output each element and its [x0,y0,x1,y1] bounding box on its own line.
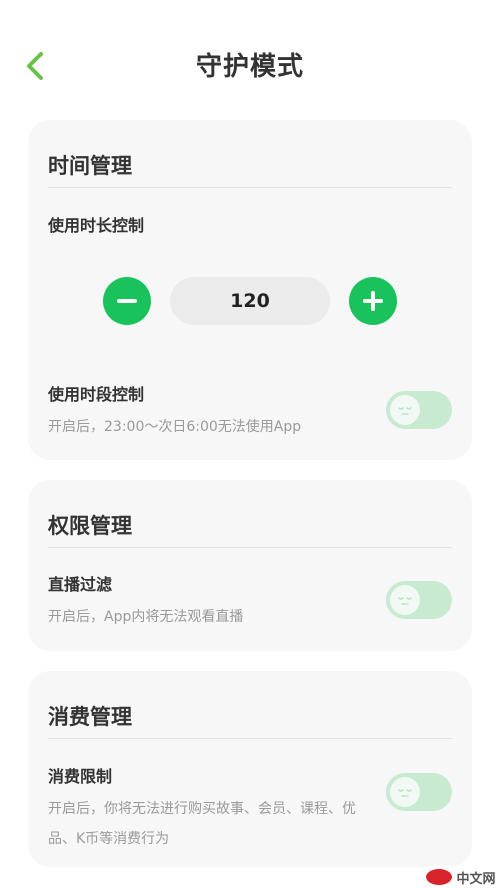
time-management-card: 时间管理 使用时长控制 120 使用时段控制 开启后，23:00～次日6:00无… [28,120,472,460]
spending-limit-toggle[interactable] [386,773,452,811]
live-filter-desc: 开启后，App内将无法观看直播 [48,609,244,625]
plus-icon [363,291,383,311]
sleep-face-icon [390,395,420,425]
watermark-text: 中文网 [456,871,496,887]
watermark: 中文网 [422,866,500,888]
minus-icon [117,299,137,303]
sleep-face-icon [390,585,420,615]
page-title: 守护模式 [195,52,304,82]
increase-button[interactable] [349,277,397,325]
live-filter-toggle[interactable] [386,581,452,619]
spending-management-title: 消费管理 [48,705,132,729]
time-management-title: 时间管理 [48,154,132,178]
live-filter-label: 直播过滤 [48,575,113,594]
divider [48,187,452,188]
permission-management-title: 权限管理 [48,514,132,538]
duration-value[interactable]: 120 [170,277,330,325]
spending-management-card: 消费管理 消费限制 开启后，你将无法进行购买故事、会员、课程、优品、K币等消费行… [28,671,472,867]
permission-management-card: 权限管理 直播过滤 开启后，App内将无法观看直播 [28,480,472,651]
duration-control-label: 使用时长控制 [48,216,145,235]
decrease-button[interactable] [103,277,151,325]
period-control-label: 使用时段控制 [48,385,145,404]
sleep-face-icon [390,777,420,807]
period-control-toggle[interactable] [386,391,452,429]
divider [48,738,452,739]
period-control-desc: 开启后，23:00～次日6:00无法使用App [48,419,302,435]
top-bar: 守护模式 [0,0,500,130]
spending-limit-desc: 开启后，你将无法进行购买故事、会员、课程、优品、K币等消费行为 [48,801,356,847]
spending-limit-label: 消费限制 [48,767,113,786]
divider [48,547,452,548]
php-logo-icon [426,869,453,885]
